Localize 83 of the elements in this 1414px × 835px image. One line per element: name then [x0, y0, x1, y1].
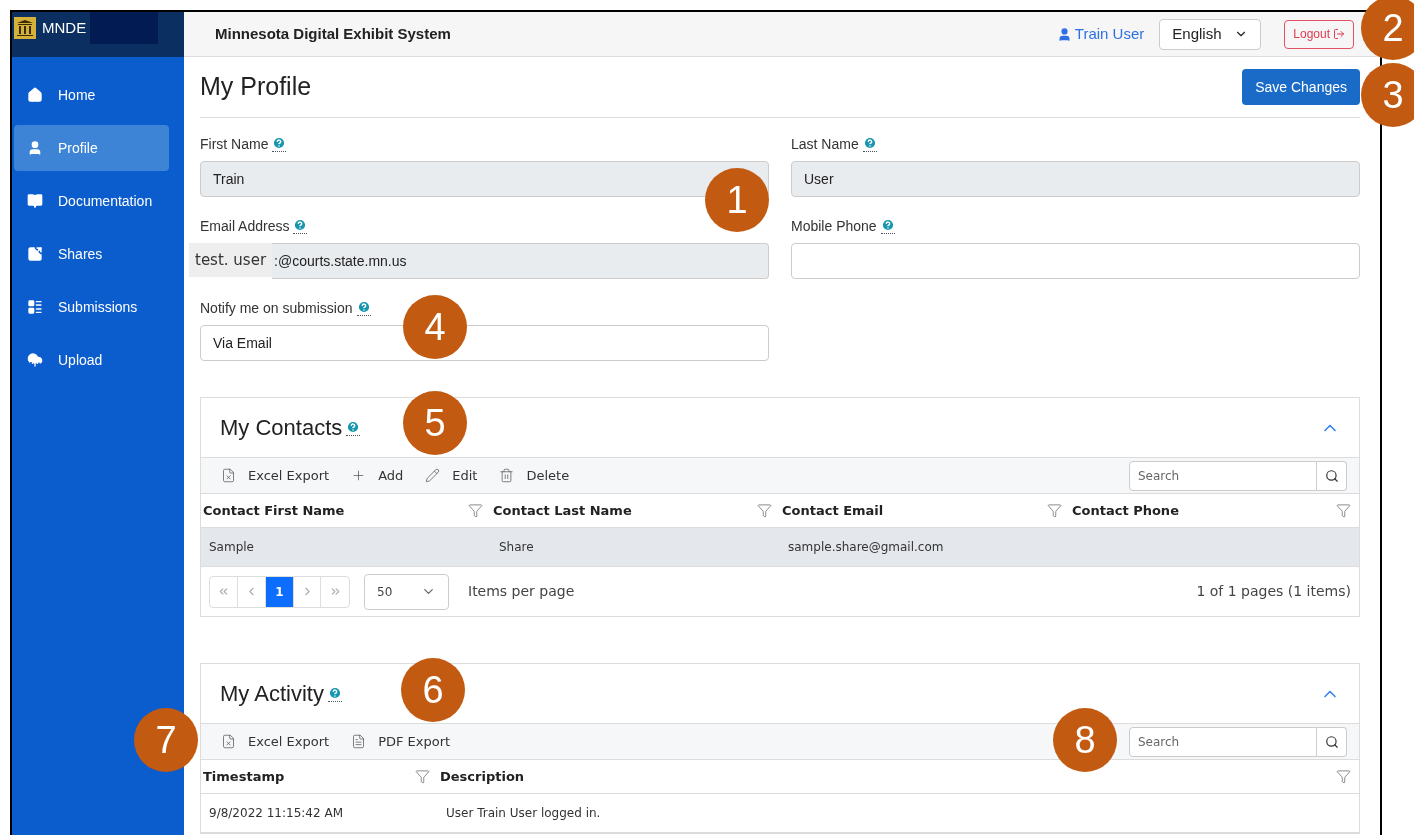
filter-icon: [1336, 503, 1351, 518]
help-icon[interactable]: [272, 136, 287, 152]
courthouse-logo-icon: [14, 17, 36, 39]
sidebar-item[interactable]: Profile: [14, 125, 169, 171]
filter-icon: [415, 769, 430, 784]
field-label: Notify me on submission: [200, 298, 353, 318]
search-button[interactable]: [1317, 460, 1347, 491]
home-icon: [27, 87, 43, 103]
save-button[interactable]: Save Changes: [1242, 69, 1360, 105]
logout-button[interactable]: Logout: [1284, 19, 1354, 49]
input-field[interactable]: [791, 243, 1360, 279]
document-icon: [351, 734, 367, 749]
app-title: Minnesota Digital Exhibit System: [215, 23, 451, 44]
table-cell: User Train User logged in.: [446, 806, 601, 820]
filter-icon: [1047, 503, 1062, 518]
toolbar-button[interactable]: Edit: [425, 465, 478, 486]
redaction-label: test. user: [189, 243, 273, 277]
help-icon[interactable]: [293, 218, 308, 234]
user-link[interactable]: Train User: [1056, 22, 1145, 46]
filter-icon: [468, 503, 483, 518]
search-button[interactable]: [1317, 726, 1347, 757]
field-label: Email Address: [200, 216, 290, 236]
help-icon[interactable]: [862, 136, 877, 152]
user-icon: [1056, 26, 1072, 42]
page-title: My Profile: [200, 71, 312, 103]
language-select[interactable]: English: [1159, 18, 1262, 50]
toolbar-button[interactable]: PDF Export: [351, 731, 451, 752]
upload-icon: [27, 352, 43, 368]
sidebar-item[interactable]: Documentation: [14, 178, 169, 224]
filter-icon: [1336, 769, 1351, 784]
search-field[interactable]: Search: [1129, 726, 1317, 757]
field-label: First Name: [200, 134, 269, 154]
column-header[interactable]: Contact Email: [782, 500, 884, 521]
panel-title: My Contacts: [220, 414, 343, 442]
page-summary: 1 of 1 pages (1 items): [1196, 582, 1351, 601]
table-row[interactable]: Sample Share sample.share@gmail.com: [201, 528, 1359, 567]
field-label: Mobile Phone: [791, 216, 877, 236]
spreadsheet-icon: [221, 468, 236, 483]
filter-icon: [757, 503, 772, 518]
page-button[interactable]: 1: [266, 576, 293, 607]
callout-badge: 1: [705, 168, 769, 232]
logout-icon: [1333, 28, 1345, 40]
plus-icon: [351, 468, 367, 483]
page-size-select[interactable]: 50: [364, 573, 449, 610]
column-header[interactable]: Contact First Name: [203, 500, 345, 521]
user-icon: [27, 140, 43, 156]
share-icon: [27, 246, 43, 262]
double-chevron-left-icon: [217, 585, 230, 598]
search-icon: [1324, 734, 1339, 749]
table-cell: 9/8/2022 11:15:42 AM: [209, 806, 343, 820]
search-icon: [1324, 468, 1339, 483]
table-cell: Share: [499, 540, 534, 554]
book-icon: [27, 193, 43, 209]
help-icon[interactable]: [356, 300, 371, 316]
sidebar-item[interactable]: Shares: [14, 231, 169, 277]
page-size-label: Items per page: [468, 582, 575, 601]
help-icon[interactable]: [327, 685, 342, 702]
list-icon: [27, 299, 43, 315]
sidebar-item[interactable]: Submissions: [14, 284, 169, 330]
column-header[interactable]: Timestamp: [203, 766, 285, 787]
sidebar-item[interactable]: Home: [14, 72, 169, 118]
help-icon[interactable]: [880, 218, 895, 234]
trash-icon: [499, 468, 515, 483]
toolbar-button[interactable]: Add: [351, 465, 404, 486]
callout-badge: 4: [403, 295, 467, 359]
logo-text: MNDE: [42, 17, 87, 38]
search-field[interactable]: Search: [1129, 460, 1317, 491]
pencil-icon: [425, 468, 441, 483]
column-header[interactable]: Contact Phone: [1072, 500, 1179, 521]
callout-badge: 3: [1361, 63, 1414, 127]
column-header[interactable]: Description: [440, 766, 525, 787]
field-label: Last Name: [791, 134, 859, 154]
table-cell: Sample: [209, 540, 254, 554]
callout-badge: 2: [1361, 0, 1414, 60]
toolbar-button[interactable]: Delete: [499, 465, 570, 486]
help-icon[interactable]: [346, 419, 361, 436]
table-cell: sample.share@gmail.com: [788, 540, 944, 554]
panel-title: My Activity: [220, 680, 324, 708]
column-header[interactable]: Contact Last Name: [493, 500, 632, 521]
spreadsheet-icon: [221, 734, 236, 749]
toolbar-button[interactable]: Excel Export: [221, 731, 330, 752]
toolbar-button[interactable]: Excel Export: [221, 465, 330, 486]
sidebar-item[interactable]: Upload: [14, 337, 169, 383]
